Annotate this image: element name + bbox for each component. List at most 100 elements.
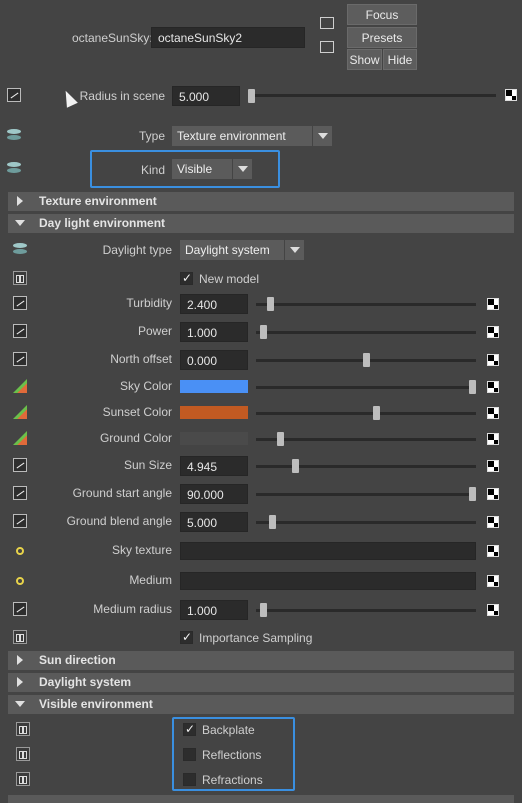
north-offset-slider-thumb[interactable] [363,353,370,367]
ground-start-field[interactable]: 90.000 [180,484,248,504]
turbidity-slider-thumb[interactable] [267,297,274,311]
sky-texture-map-button[interactable] [487,545,499,557]
ground-blend-label: Ground blend angle [66,514,172,528]
node-name-field[interactable]: octaneSunSky2 [151,27,305,48]
sky-color-slider-track[interactable] [256,386,476,389]
sun-size-slider-track[interactable] [256,465,476,468]
ground-color-slider-track[interactable] [256,438,476,441]
curve-icon[interactable] [13,486,27,500]
kind-label: Kind [140,163,165,177]
collapse-arrow-icon [15,220,25,226]
expand-arrow-icon [17,655,23,665]
ground-blend-slider-thumb[interactable] [269,515,276,529]
environment-icon [7,161,21,175]
curve-icon[interactable] [13,352,27,366]
radius-slider-track[interactable] [248,94,496,97]
chevron-down-icon [284,240,304,260]
kind-dropdown[interactable]: Visible [172,159,252,179]
sun-size-label: Sun Size [123,458,172,472]
sunset-color-label: Sunset Color [102,405,172,419]
refractions-checkbox[interactable] [183,773,196,786]
sky-color-swatch[interactable] [180,380,248,393]
sky-color-slider-thumb[interactable] [469,380,476,394]
texture-slot-icon [16,577,24,585]
medium-radius-field[interactable]: 1.000 [180,600,248,620]
section-sun-direction[interactable]: Sun direction [8,651,514,670]
section-texture-environment[interactable]: Texture environment [8,192,514,211]
curve-icon[interactable] [13,602,27,616]
sun-size-map-button[interactable] [487,460,499,472]
show-button[interactable]: Show [347,49,382,70]
sunset-color-slider-track[interactable] [256,412,476,415]
ground-color-map-button[interactable] [487,433,499,445]
radius-label: Radius in scene [79,89,165,103]
section-visible-environment[interactable]: Visible environment [8,695,514,714]
new-model-checkbox[interactable] [180,271,193,285]
ground-start-slider-thumb[interactable] [469,487,476,501]
link-icon [16,772,30,786]
color-swatch-icon [13,431,27,445]
north-offset-map-button[interactable] [487,354,499,366]
radius-map-button[interactable] [505,89,517,101]
turbidity-slider-track[interactable] [256,303,476,306]
north-offset-label: North offset [110,352,172,366]
backplate-checkbox[interactable] [183,722,196,736]
curve-icon[interactable] [13,458,27,472]
power-map-button[interactable] [487,326,499,338]
presets-button[interactable]: Presets [347,27,417,48]
ground-color-slider-thumb[interactable] [277,432,284,446]
medium-radius-slider-track[interactable] [256,609,476,612]
section-extra-attributes[interactable] [8,795,514,803]
sun-size-field[interactable]: 4.945 [180,456,248,476]
power-label: Power [137,324,172,338]
input-connection-icon[interactable] [320,17,334,29]
ground-blend-field[interactable]: 5.000 [180,512,248,532]
focus-button[interactable]: Focus [347,4,417,25]
section-daylight-environment[interactable]: Day light environment [8,214,514,233]
power-slider-thumb[interactable] [260,325,267,339]
ground-color-swatch[interactable] [180,432,248,445]
turbidity-field[interactable]: 2.400 [180,294,248,314]
link-icon [13,630,27,644]
expand-arrow-icon [17,677,23,687]
sky-color-label: Sky Color [119,379,172,393]
type-dropdown[interactable]: Texture environment [172,126,332,146]
ground-blend-map-button[interactable] [487,516,499,528]
radius-slider-thumb[interactable] [248,89,255,103]
environment-icon [13,242,27,256]
curve-icon[interactable] [13,514,27,528]
type-dropdown-value: Texture environment [177,129,286,143]
section-daylight-system[interactable]: Daylight system [8,673,514,692]
power-field[interactable]: 1.000 [180,322,248,342]
output-connection-icon[interactable] [320,41,334,53]
chevron-down-icon [312,126,332,146]
ground-start-map-button[interactable] [487,488,499,500]
sky-texture-slot[interactable] [180,542,476,560]
curve-icon[interactable] [13,296,27,310]
curve-icon[interactable] [13,324,27,338]
hide-button[interactable]: Hide [383,49,417,70]
reflections-checkbox[interactable] [183,748,196,761]
curve-icon[interactable] [7,88,21,102]
sunset-color-map-button[interactable] [487,407,499,419]
sunset-color-slider-thumb[interactable] [373,406,380,420]
sunset-color-swatch[interactable] [180,406,248,419]
medium-slot[interactable] [180,572,476,590]
medium-radius-slider-thumb[interactable] [260,603,267,617]
backplate-label: Backplate [202,723,255,737]
color-swatch-icon [13,405,27,419]
ground-start-slider-track[interactable] [256,493,476,496]
north-offset-field[interactable]: 0.000 [180,350,248,370]
importance-sampling-checkbox[interactable] [180,630,193,644]
power-slider-track[interactable] [256,331,476,334]
daylight-type-dropdown[interactable]: Daylight system [180,240,304,260]
link-icon [13,271,27,285]
medium-map-button[interactable] [487,575,499,587]
radius-field[interactable]: 5.000 [172,86,240,106]
sky-color-map-button[interactable] [487,381,499,393]
ground-blend-slider-track[interactable] [256,521,476,524]
medium-radius-map-button[interactable] [487,604,499,616]
sun-size-slider-thumb[interactable] [292,459,299,473]
turbidity-label: Turbidity [126,296,172,310]
turbidity-map-button[interactable] [487,298,499,310]
